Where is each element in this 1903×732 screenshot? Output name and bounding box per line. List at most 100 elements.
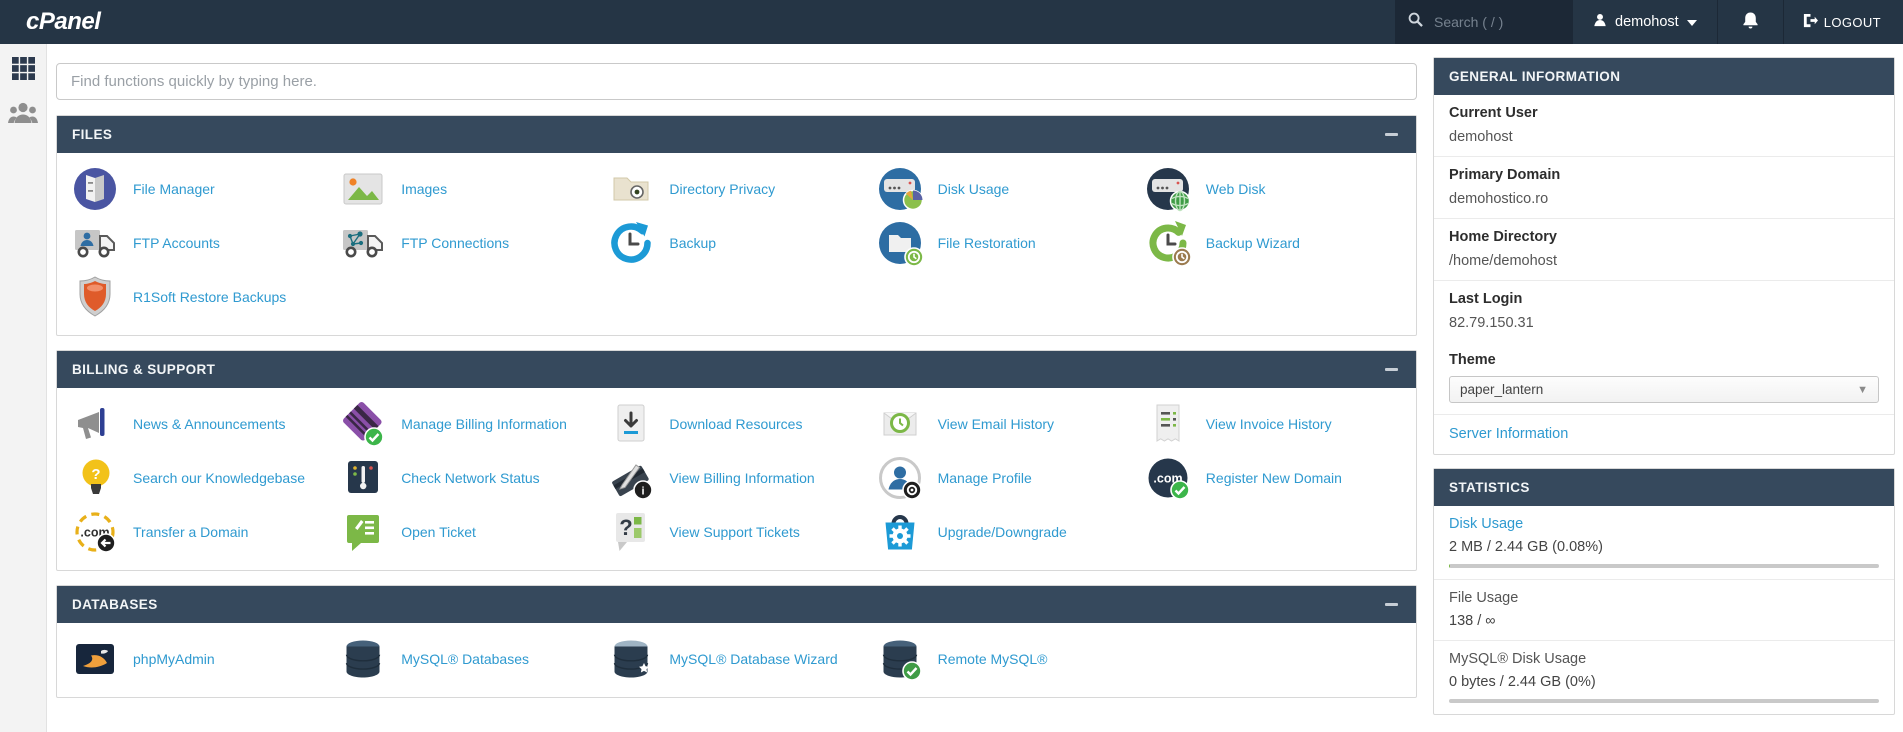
app-item-view-support-tickets[interactable]: ?View Support Tickets [603,506,871,558]
app-item-news-announcements[interactable]: News & Announcements [67,398,335,450]
app-item-ftp-connections[interactable]: FTP Connections [335,217,603,269]
view-email-history-icon [876,400,924,448]
file-manager-icon [71,165,119,213]
find-functions-input[interactable] [56,63,1417,100]
transfer-a-domain-icon: .com [71,508,119,556]
app-item-phpmyadmin[interactable]: phpMyAdmin [67,633,335,685]
app-item-ftp-accounts[interactable]: FTP Accounts [67,217,335,269]
user-name: demohost [1615,14,1679,30]
app-item-label: Images [401,181,447,197]
user-manager-button[interactable] [7,102,39,128]
app-item-manage-profile[interactable]: Manage Profile [872,452,1140,504]
section-items: File Manager Images Directory Privacy Disk … [57,153,1416,335]
app-item-view-invoice-history[interactable]: View Invoice History [1140,398,1408,450]
info-row-home-directory: Home Directory/home/demohost [1434,219,1894,281]
backup-wizard-icon [1144,219,1192,267]
minus-icon [1385,133,1398,136]
app-item-view-email-history[interactable]: View Email History [872,398,1140,450]
app-item-mysql-database-wizard[interactable]: MySQL® Database Wizard [603,633,871,685]
app-item-label: FTP Connections [401,235,509,251]
logout-icon [1802,13,1818,31]
server-information-row: Server Information [1434,415,1894,454]
app-item-label: Directory Privacy [669,181,775,197]
app-item-disk-usage[interactable]: Disk Usage [872,163,1140,215]
collapse-section-button[interactable] [1381,125,1401,145]
app-item-label: Manage Billing Information [401,416,567,432]
apps-grid-button[interactable] [7,58,39,84]
app-item-download-resources[interactable]: Download Resources [603,398,871,450]
app-item-backup[interactable]: Backup [603,217,871,269]
manage-profile-icon [876,454,924,502]
view-invoice-history-icon [1144,400,1192,448]
info-value: demohostico.ro [1449,191,1879,207]
section-header-databases: DATABASES [57,586,1416,623]
app-item-remote-mysql[interactable]: Remote MySQL® [872,633,1140,685]
app-item-transfer-a-domain[interactable]: .comTransfer a Domain [67,506,335,558]
collapse-section-button[interactable] [1381,595,1401,615]
topbar-search[interactable] [1395,0,1573,44]
app-item-file-manager[interactable]: File Manager [67,163,335,215]
collapse-section-button[interactable] [1381,360,1401,380]
sections-container: FILESFile ManagerImagesDirectory Privacy… [56,115,1417,698]
app-item-label: R1Soft Restore Backups [133,289,286,305]
app-item-label: Search our Knowledgebase [133,470,305,486]
app-item-manage-billing-information[interactable]: Manage Billing Information [335,398,603,450]
app-item-label: Web Disk [1206,181,1266,197]
app-item-label: File Restoration [938,235,1036,251]
app-item-search-our-knowledgebase[interactable]: ? Search our Knowledgebase [67,452,335,504]
main-content: FILESFile ManagerImagesDirectory Privacy… [47,44,1433,732]
select-caret-icon: ▼ [1857,384,1868,396]
user-icon [1593,13,1607,31]
info-label: Primary Domain [1449,167,1879,183]
app-item-file-restoration[interactable]: File Restoration [872,217,1140,269]
user-menu[interactable]: demohost [1573,0,1717,44]
app-item-label: Download Resources [669,416,802,432]
app-item-view-billing-information[interactable]: iView Billing Information [603,452,871,504]
stat-row-disk-usage: Disk Usage2 MB / 2.44 GB (0.08%) [1434,506,1894,580]
panel-title: STATISTICS [1449,480,1530,495]
search-knowledgebase-icon: ? [71,454,119,502]
minus-icon [1385,603,1398,606]
app-item-label: Backup [669,235,716,251]
app-item-register-new-domain[interactable]: .comRegister New Domain [1140,452,1408,504]
topbar-actions: demohost LOGOUT [1395,0,1903,44]
app-item-label: Disk Usage [938,181,1010,197]
topbar-search-input[interactable] [1432,13,1560,31]
app-item-label: Remote MySQL® [938,651,1048,667]
app-item-directory-privacy[interactable]: Directory Privacy [603,163,871,215]
info-row-primary-domain: Primary Domain demohostico.ro [1434,157,1894,219]
info-label: Home Directory [1449,229,1879,245]
stat-row-mysql-disk-usage: MySQL® Disk Usage0 bytes / 2.44 GB (0%) [1434,641,1894,714]
section-billing: BILLING & SUPPORT News & Announcements Man… [56,350,1417,571]
info-value: 82.79.150.31 [1449,315,1879,331]
info-row-last-login: Last Login 82.79.150.31 [1434,281,1894,342]
notifications-button[interactable] [1717,0,1783,44]
app-item-backup-wizard[interactable]: Backup Wizard [1140,217,1408,269]
cpanel-logo: cPanel [0,8,100,36]
app-item-mysql-databases[interactable]: MySQL® Databases [335,633,603,685]
app-item-label: Check Network Status [401,470,540,486]
theme-select-value: paper_lantern [1460,382,1543,397]
section-files: FILESFile ManagerImagesDirectory Privacy… [56,115,1417,336]
register-new-domain-icon: .com [1144,454,1192,502]
section-databases: DATABASES phpMyAdminMySQL® Databases MySQL… [56,585,1417,698]
info-value: demohost [1449,129,1879,145]
stat-label-link[interactable]: Disk Usage [1449,516,1879,532]
app-item-label: MySQL® Database Wizard [669,651,837,667]
app-item-upgrade-downgrade[interactable]: Upgrade/Downgrade [872,506,1140,558]
section-header-billing: BILLING & SUPPORT [57,351,1416,388]
app-item-images[interactable]: Images [335,163,603,215]
app-item-r1soft-restore-backups[interactable]: R1Soft Restore Backups [67,271,335,323]
page-body: FILESFile ManagerImagesDirectory Privacy… [0,44,1903,732]
app-item-open-ticket[interactable]: Open Ticket [335,506,603,558]
app-item-check-network-status[interactable]: Check Network Status [335,452,603,504]
minus-icon [1385,368,1398,371]
server-information-link[interactable]: Server Information [1449,426,1568,442]
info-label: Last Login [1449,291,1879,307]
logout-button[interactable]: LOGOUT [1783,0,1903,44]
check-network-status-icon [339,454,387,502]
theme-label: Theme [1449,352,1879,368]
stat-row-file-usage: File Usage138 / ∞ [1434,580,1894,641]
theme-select[interactable]: paper_lantern ▼ [1449,376,1879,403]
app-item-web-disk[interactable]: Web Disk [1140,163,1408,215]
